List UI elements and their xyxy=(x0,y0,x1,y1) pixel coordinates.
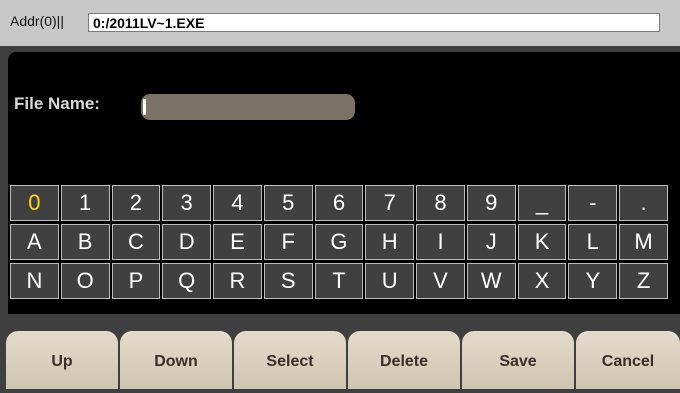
key[interactable]: U xyxy=(365,263,415,299)
keyboard-row: A B C D E F G H I J K L M xyxy=(10,224,670,262)
key[interactable]: N xyxy=(10,263,59,299)
keyboard-row: N O P Q R S T U V W X Y Z xyxy=(10,263,670,301)
key[interactable]: I xyxy=(416,224,465,260)
key[interactable]: J xyxy=(466,224,516,260)
file-name-input[interactable] xyxy=(141,94,355,120)
key[interactable]: 6 xyxy=(314,185,364,221)
on-screen-keyboard: 0 1 2 3 4 5 6 7 8 9 _ - . A B C D E F G … xyxy=(10,185,670,302)
key[interactable]: _ xyxy=(517,185,567,221)
down-button[interactable]: Down xyxy=(120,331,232,389)
key[interactable]: F xyxy=(263,224,313,260)
key[interactable]: G xyxy=(314,224,364,260)
key[interactable]: 5 xyxy=(263,185,313,221)
key[interactable]: 0 xyxy=(10,185,59,221)
key[interactable]: V xyxy=(416,263,465,299)
key[interactable]: 4 xyxy=(213,185,262,221)
softkey-bar: Up Down Select Delete Save Cancel xyxy=(0,326,680,389)
key[interactable]: D xyxy=(162,224,212,260)
address-bar: Addr(0)|| 0:/2011LV~1.EXE xyxy=(0,0,680,46)
select-button[interactable]: Select xyxy=(234,331,346,389)
key[interactable]: P xyxy=(111,263,161,299)
key[interactable]: 8 xyxy=(416,185,465,221)
key[interactable]: Q xyxy=(162,263,212,299)
key[interactable]: A xyxy=(10,224,59,260)
address-label: Addr(0)|| xyxy=(10,13,64,29)
key[interactable]: . xyxy=(619,185,668,221)
key[interactable]: Y xyxy=(568,263,618,299)
key[interactable]: R xyxy=(213,263,262,299)
save-button[interactable]: Save xyxy=(462,331,574,389)
keyboard-row: 0 1 2 3 4 5 6 7 8 9 _ - . xyxy=(10,185,670,223)
key[interactable]: K xyxy=(517,224,567,260)
address-field: 0:/2011LV~1.EXE xyxy=(88,13,660,32)
key[interactable]: T xyxy=(314,263,364,299)
key[interactable]: M xyxy=(619,224,668,260)
delete-button[interactable]: Delete xyxy=(348,331,460,389)
text-cursor xyxy=(143,99,146,115)
key[interactable]: Z xyxy=(619,263,668,299)
key[interactable]: 1 xyxy=(60,185,110,221)
key[interactable]: O xyxy=(60,263,110,299)
key[interactable]: W xyxy=(466,263,516,299)
key[interactable]: 3 xyxy=(162,185,212,221)
key[interactable]: 9 xyxy=(466,185,516,221)
key[interactable]: C xyxy=(111,224,161,260)
key[interactable]: B xyxy=(60,224,110,260)
key[interactable]: 7 xyxy=(365,185,415,221)
key[interactable]: X xyxy=(517,263,567,299)
key[interactable]: S xyxy=(263,263,313,299)
key[interactable]: L xyxy=(568,224,618,260)
key[interactable]: 2 xyxy=(111,185,161,221)
cancel-button[interactable]: Cancel xyxy=(576,331,680,389)
key[interactable]: - xyxy=(568,185,618,221)
file-name-label: File Name: xyxy=(14,94,100,113)
key[interactable]: H xyxy=(365,224,415,260)
up-button[interactable]: Up xyxy=(6,331,118,389)
key[interactable]: E xyxy=(213,224,262,260)
